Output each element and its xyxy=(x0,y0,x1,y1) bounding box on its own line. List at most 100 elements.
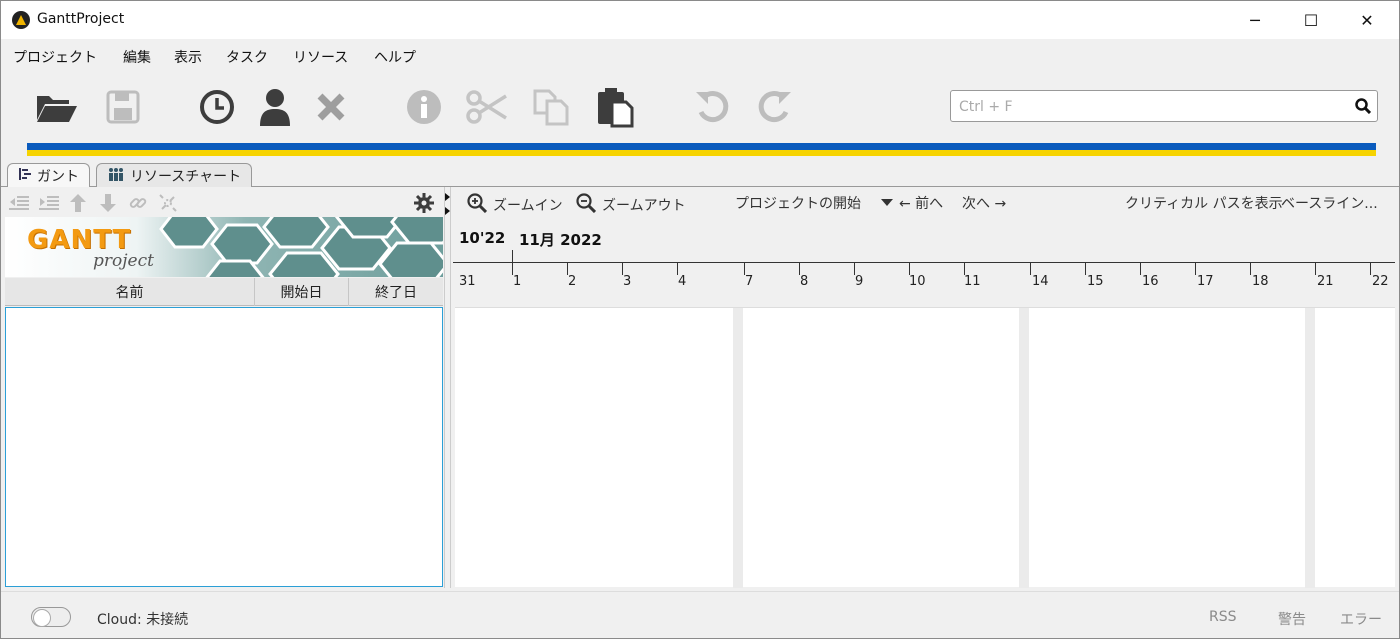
search-icon[interactable] xyxy=(1355,98,1372,118)
delete-icon[interactable] xyxy=(309,85,353,129)
zoom-out-icon xyxy=(576,193,597,217)
day-label: 8 xyxy=(800,274,809,289)
menu-view[interactable]: 表示 xyxy=(174,47,202,67)
rss-button[interactable]: RSS xyxy=(1209,609,1237,625)
move-down-icon[interactable] xyxy=(97,192,119,214)
day-label: 4 xyxy=(678,274,687,289)
menu-task[interactable]: タスク xyxy=(226,47,268,67)
day-label: 10 xyxy=(909,274,926,289)
day-tick xyxy=(1085,263,1086,275)
errors-button[interactable]: エラー xyxy=(1340,609,1382,629)
menu-help[interactable]: ヘルプ xyxy=(374,47,416,67)
move-up-icon[interactable] xyxy=(67,192,89,214)
window-title: GanttProject xyxy=(37,11,125,27)
month-label-current: 11月 2022 xyxy=(519,231,602,249)
gantt-chart-panel: ズームイン ズームアウト プロジェクトの開始 ← 前へ 次へ → クリティカル … xyxy=(451,187,1395,588)
user-icon[interactable] xyxy=(253,85,297,129)
task-list[interactable] xyxy=(5,307,443,587)
column-header-end-date[interactable]: 終了日 xyxy=(349,278,443,306)
day-label: 7 xyxy=(745,274,754,289)
next-button[interactable]: 次へ → xyxy=(962,193,1006,213)
project-start-label: プロジェクトの開始 xyxy=(735,196,861,212)
column-header-name[interactable]: 名前 xyxy=(5,278,255,306)
cut-icon[interactable] xyxy=(465,85,509,129)
day-tick xyxy=(1370,263,1371,275)
gantt-chart-area[interactable] xyxy=(455,307,1395,588)
outdent-icon[interactable] xyxy=(8,192,30,214)
cloud-status: Cloud: 未接続 xyxy=(97,612,189,628)
undo-icon[interactable] xyxy=(691,85,735,129)
minimize-button[interactable]: ─ xyxy=(1227,1,1283,39)
day-label: 9 xyxy=(855,274,864,289)
day-tick xyxy=(1315,263,1316,275)
day-label: 16 xyxy=(1142,274,1159,289)
day-label: 14 xyxy=(1032,274,1049,289)
task-tree-toolbar xyxy=(4,187,444,217)
month-label-prev: 10'22 xyxy=(459,229,506,247)
weekend-band xyxy=(733,308,743,588)
unlink-icon[interactable] xyxy=(157,192,179,214)
day-label: 21 xyxy=(1317,274,1334,289)
menu-project[interactable]: プロジェクト xyxy=(13,47,97,67)
warnings-button[interactable]: 警告 xyxy=(1278,609,1306,629)
project-start-dropdown[interactable]: プロジェクトの開始 xyxy=(735,193,893,213)
chevron-down-icon xyxy=(881,195,893,211)
copy-icon[interactable] xyxy=(529,85,573,129)
search-input[interactable] xyxy=(959,96,1349,118)
day-label: 3 xyxy=(623,274,632,289)
timeline-header: 10'22 11月 2022 31 1 2 3 4 7 8 9 10 11 14 15 16 17 18 21… xyxy=(451,219,1395,307)
clock-icon[interactable] xyxy=(195,85,239,129)
indent-icon[interactable] xyxy=(38,192,60,214)
maximize-button[interactable]: ☐ xyxy=(1283,1,1339,39)
weekend-band xyxy=(1305,308,1315,588)
day-tick xyxy=(1140,263,1141,275)
splitter-arrows-icon[interactable] xyxy=(444,191,451,221)
task-table-header: 名前 開始日 終了日 xyxy=(5,278,443,306)
tab-resource-chart-label: リソースチャート xyxy=(130,168,242,185)
day-label: 31 xyxy=(459,274,476,289)
day-label: 18 xyxy=(1252,274,1269,289)
zoom-out-button[interactable]: ズームアウト xyxy=(576,193,686,217)
main-toolbar xyxy=(1,71,1399,161)
column-header-start-date[interactable]: 開始日 xyxy=(255,278,349,306)
baseline-button[interactable]: ベースライン... xyxy=(1281,193,1378,213)
day-tick xyxy=(1195,263,1196,275)
menu-bar: プロジェクト 編集 表示 タスク リソース ヘルプ xyxy=(1,39,1399,71)
resources-icon xyxy=(107,167,125,185)
day-label: 2 xyxy=(568,274,577,289)
view-tabs: ガント リソースチャート xyxy=(1,161,1399,188)
tab-resource-chart[interactable]: リソースチャート xyxy=(96,163,253,187)
chart-toolbar: ズームイン ズームアウト プロジェクトの開始 ← 前へ 次へ → クリティカル … xyxy=(451,187,1395,219)
zoom-in-icon xyxy=(467,193,488,217)
paste-icon[interactable] xyxy=(593,85,637,129)
menu-resource[interactable]: リソース xyxy=(293,47,348,67)
panel-splitter[interactable] xyxy=(444,187,451,588)
link-icon[interactable] xyxy=(127,192,149,214)
menu-edit[interactable]: 編集 xyxy=(123,47,151,67)
zoom-in-button[interactable]: ズームイン xyxy=(467,193,563,217)
weekend-band xyxy=(1019,308,1029,588)
app-logo-icon xyxy=(12,11,30,29)
search-box xyxy=(950,90,1378,122)
folder-open-icon[interactable] xyxy=(35,85,79,129)
tab-gantt[interactable]: ガント xyxy=(7,163,90,188)
day-tick xyxy=(1250,263,1251,275)
info-icon[interactable] xyxy=(402,85,446,129)
close-window-button[interactable]: ✕ xyxy=(1339,1,1395,39)
save-icon[interactable] xyxy=(101,85,145,129)
tab-gantt-label: ガント xyxy=(37,169,79,185)
cloud-toggle[interactable] xyxy=(31,607,71,627)
redo-icon[interactable] xyxy=(752,85,796,129)
day-label: 17 xyxy=(1197,274,1214,289)
timeline-axis xyxy=(453,262,1395,263)
gear-icon[interactable] xyxy=(413,192,435,214)
app-window: GanttProject ─ ☐ ✕ プロジェクト 編集 表示 タスク リソース… xyxy=(0,0,1400,639)
project-logo-text: project xyxy=(93,251,154,271)
accent-stripe-yellow xyxy=(27,150,1376,156)
day-tick xyxy=(1030,263,1031,275)
zoom-in-label: ズームイン xyxy=(493,198,563,214)
zoom-out-label: ズームアウト xyxy=(602,198,686,214)
critical-path-button[interactable]: クリティカル パスを表示 xyxy=(1125,193,1283,213)
day-label: 1 xyxy=(513,274,522,289)
prev-button[interactable]: ← 前へ xyxy=(899,193,943,213)
